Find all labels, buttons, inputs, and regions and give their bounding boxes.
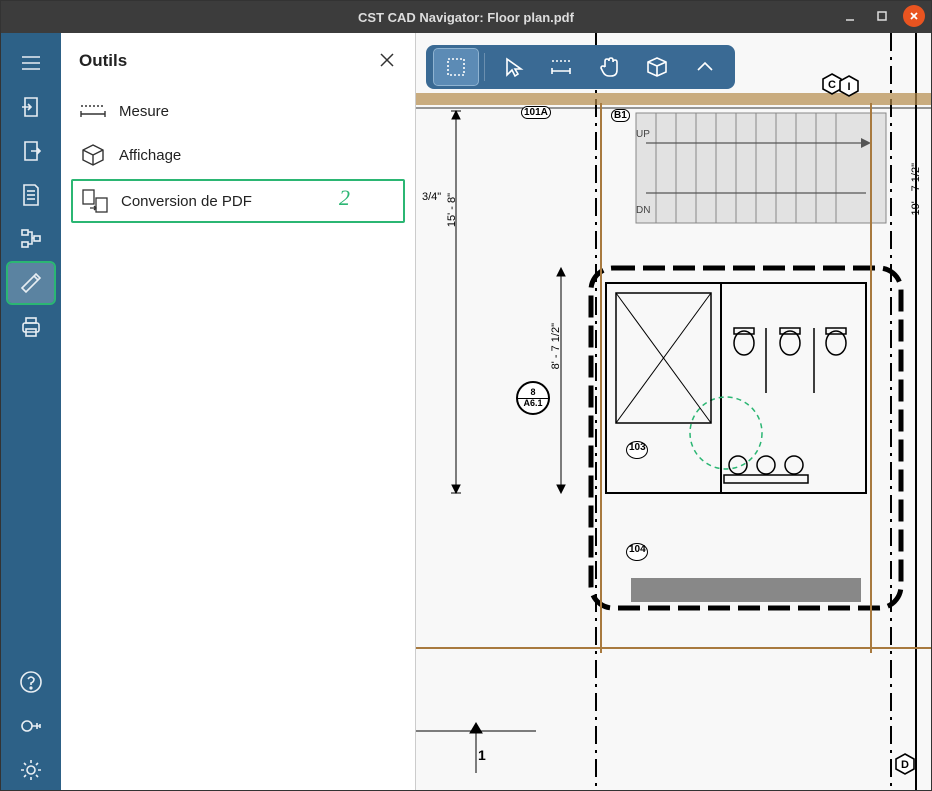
dimension-label: 15' - 8"	[446, 193, 458, 227]
dimension-label: 19' - 7 1/2"	[910, 163, 922, 215]
floor-number: 1	[478, 747, 486, 763]
menu-label: Affichage	[119, 147, 181, 164]
grid-marker: D	[894, 753, 916, 775]
window-title: CST CAD Navigator: Floor plan.pdf	[358, 10, 574, 25]
maximize-button[interactable]	[871, 5, 893, 27]
app-window: CST CAD Navigator: Floor plan.pdf	[0, 0, 932, 791]
export-icon[interactable]	[8, 87, 54, 127]
print-icon[interactable]	[8, 307, 54, 347]
toolbar-separator	[484, 53, 485, 81]
settings-icon[interactable]	[8, 750, 54, 790]
viewer-toolbar	[426, 45, 735, 89]
sidebar: 1	[1, 33, 61, 790]
menu-measure[interactable]: Mesure	[61, 89, 415, 133]
stair-up-label: UP	[636, 129, 650, 140]
close-button[interactable]	[903, 5, 925, 27]
menu-label: Conversion de PDF	[121, 193, 252, 210]
room-tag: B1	[611, 109, 630, 122]
tree-icon[interactable]	[8, 219, 54, 259]
svg-text:C: C	[828, 79, 836, 91]
minimize-button[interactable]	[839, 5, 861, 27]
cube-icon	[79, 141, 107, 169]
svg-text:I: I	[847, 81, 850, 93]
svg-text:D: D	[901, 759, 909, 771]
tools-icon[interactable]: 1	[8, 263, 54, 303]
close-panel-icon[interactable]	[379, 52, 397, 70]
detail-callout: 8 A6.1	[516, 381, 550, 415]
measure-tool[interactable]	[539, 49, 583, 85]
measure-icon	[79, 97, 107, 125]
titlebar: CST CAD Navigator: Floor plan.pdf	[1, 1, 931, 33]
window-controls	[839, 5, 925, 27]
document-icon[interactable]	[8, 175, 54, 215]
menu-icon[interactable]	[8, 43, 54, 83]
room-tag: 103	[626, 441, 648, 459]
dimension-label: 8' - 7 1/2"	[550, 323, 562, 369]
drawing-canvas[interactable]: 3/4" 15' - 8" 8' - 7 1/2" 19' - 7 1/2" U…	[416, 33, 931, 790]
pdf-convert-icon	[81, 187, 109, 215]
menu-display[interactable]: Affichage	[61, 133, 415, 177]
collapse-tool[interactable]	[683, 49, 727, 85]
room-tag: 101A	[521, 106, 551, 119]
tools-panel: Outils Mesure Affichage	[61, 33, 416, 790]
panel-header: Outils	[61, 39, 415, 89]
help-icon[interactable]	[8, 662, 54, 702]
pointer-tool[interactable]	[491, 49, 535, 85]
app-body: 1 Outils	[1, 33, 931, 790]
dimension-label: 3/4"	[422, 191, 441, 203]
grid-marker: I	[838, 75, 860, 97]
panel-title: Outils	[79, 51, 127, 71]
login-icon[interactable]	[8, 706, 54, 746]
pan-tool[interactable]	[587, 49, 631, 85]
menu-pdf-conversion[interactable]: Conversion de PDF	[71, 179, 405, 223]
detail-bot: A6.1	[523, 399, 542, 408]
room-tag: 104	[626, 543, 648, 561]
stair-dn-label: DN	[636, 205, 650, 216]
menu-label: Mesure	[119, 103, 169, 120]
import-icon[interactable]	[8, 131, 54, 171]
floor-plan-drawing	[416, 33, 931, 790]
select-tool[interactable]	[434, 49, 478, 85]
view3d-tool[interactable]	[635, 49, 679, 85]
